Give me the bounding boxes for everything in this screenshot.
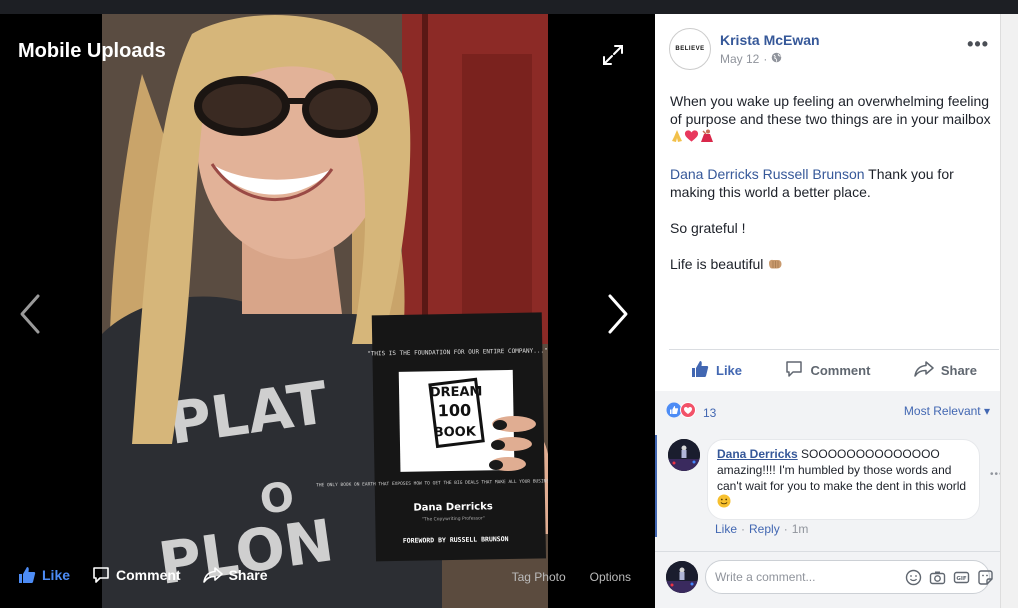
viewer-share-label: Share [228,567,268,583]
post-paragraph-2: Dana Derricks Russell Brunson Thank you … [670,166,954,201]
composer-icons: GIF [905,569,994,586]
fist-bump-emoji-icon [767,257,783,275]
photo-image: PLAT O PLON "THIS IS THE FOUNDATION FOR … [102,14,548,608]
thumbs-up-icon [18,566,36,584]
book-author: Dana Derricks [413,501,493,513]
book-author-sub: "The Copywriting Professor" [422,515,485,522]
comment-timestamp[interactable]: 1m [792,522,809,536]
comment-sort-dropdown[interactable]: Most Relevant ▾ [904,404,990,418]
commenter-avatar[interactable] [668,439,700,471]
comment-actions: Like · Reply · 1m [715,522,809,536]
gif-icon[interactable]: GIF [953,569,970,586]
post-header: BELIEVE Krista McEwan May 12 · ••• [669,28,989,72]
post-panel: BELIEVE Krista McEwan May 12 · ••• When … [655,14,1003,608]
post-share-button[interactable]: Share [914,360,977,381]
red-heart-emoji-icon [684,129,699,147]
viewer-right-links: Tag Photo Options [512,570,631,584]
tag-photo-link[interactable]: Tag Photo [512,570,566,584]
comment-item: Dana Derricks SOOOOOOOOOOOOOO amazing!!!… [655,435,1003,537]
comment-like-link[interactable]: Like [715,522,737,536]
post-more-options-icon[interactable]: ••• [967,34,989,55]
viewer-action-bar: Like Comment Share [18,566,268,584]
post-share-label: Share [940,363,977,378]
share-arrow-icon [914,360,934,381]
album-title[interactable]: Mobile Uploads [18,40,166,63]
reactions-summary[interactable]: 13 [666,402,716,423]
post-action-bar: Like Comment Share [669,349,999,391]
avatar-logo-text: BELIEVE [675,46,705,52]
fullscreen-expand-icon[interactable] [602,44,624,66]
emoji-picker-icon[interactable] [905,569,922,586]
post-like-label: Like [716,363,743,378]
post-paragraph-1: When you wake up feeling an overwhelming… [670,92,992,147]
comment-bubble: Dana Derricks SOOOOOOOOOOOOOO amazing!!!… [707,439,980,520]
panel-top-strip [655,0,1018,14]
comment-bubble-icon [785,360,803,381]
post-author-name[interactable]: Krista McEwan [720,32,820,48]
book-logo-line2: 100 [438,401,472,421]
comment-reply-link[interactable]: Reply [749,522,780,536]
sticker-icon[interactable] [977,569,994,586]
post-like-button[interactable]: Like [691,360,742,381]
photo[interactable]: PLAT O PLON "THIS IS THE FOUNDATION FOR … [102,14,548,608]
comments-section: 13 Most Relevant ▾ Dana Derricks SOOOOOO… [655,391,1003,608]
post-body: When you wake up feeling an overwhelming… [670,92,992,293]
post-paragraph-3: So grateful ! [670,220,746,237]
book-logo-line1: DREAM [430,384,483,400]
previous-photo-arrow-icon[interactable] [16,292,42,336]
share-arrow-icon [202,566,223,584]
next-photo-arrow-icon[interactable] [606,292,632,336]
thumbs-up-icon [691,360,709,381]
viewer-share-button[interactable]: Share [202,566,268,584]
viewer-like-label: Like [42,567,71,583]
post-comment-label: Comment [810,363,871,378]
smiley-emoji-icon [717,494,731,512]
book-logo-line3: BOOK [434,425,477,441]
viewer-comment-button[interactable]: Comment [92,566,181,584]
viewer-like-button[interactable]: Like [18,566,70,584]
post-paragraph-4: Life is beautiful [670,255,992,274]
dancer-emoji-icon [699,129,715,147]
globe-privacy-icon[interactable] [771,52,782,66]
photo-viewer: PLAT O PLON "THIS IS THE FOUNDATION FOR … [0,0,655,608]
author-avatar[interactable]: BELIEVE [669,28,711,70]
mention-link[interactable]: Dana Derricks [670,166,759,182]
post-meta: May 12 · [720,52,782,66]
post-comment-button[interactable]: Comment [785,360,870,381]
svg-text:GIF: GIF [956,576,967,582]
caret-down-icon: ▾ [983,404,990,418]
viewer-comment-label: Comment [116,567,181,583]
commenter-name[interactable]: Dana Derricks [717,447,798,461]
comment-bubble-icon [92,566,110,584]
current-user-avatar [666,561,698,593]
panel-scrollbar[interactable] [1000,14,1018,608]
mention-link[interactable]: Russell Brunson [763,166,865,182]
camera-icon[interactable] [929,569,946,586]
love-reaction-icon [680,402,696,423]
praying-hands-emoji-icon [670,129,684,147]
top-bar-strip [0,0,655,14]
comment-composer: GIF [655,551,1000,608]
options-link[interactable]: Options [590,570,631,584]
reaction-count: 13 [703,405,717,420]
post-date[interactable]: May 12 [720,52,759,66]
